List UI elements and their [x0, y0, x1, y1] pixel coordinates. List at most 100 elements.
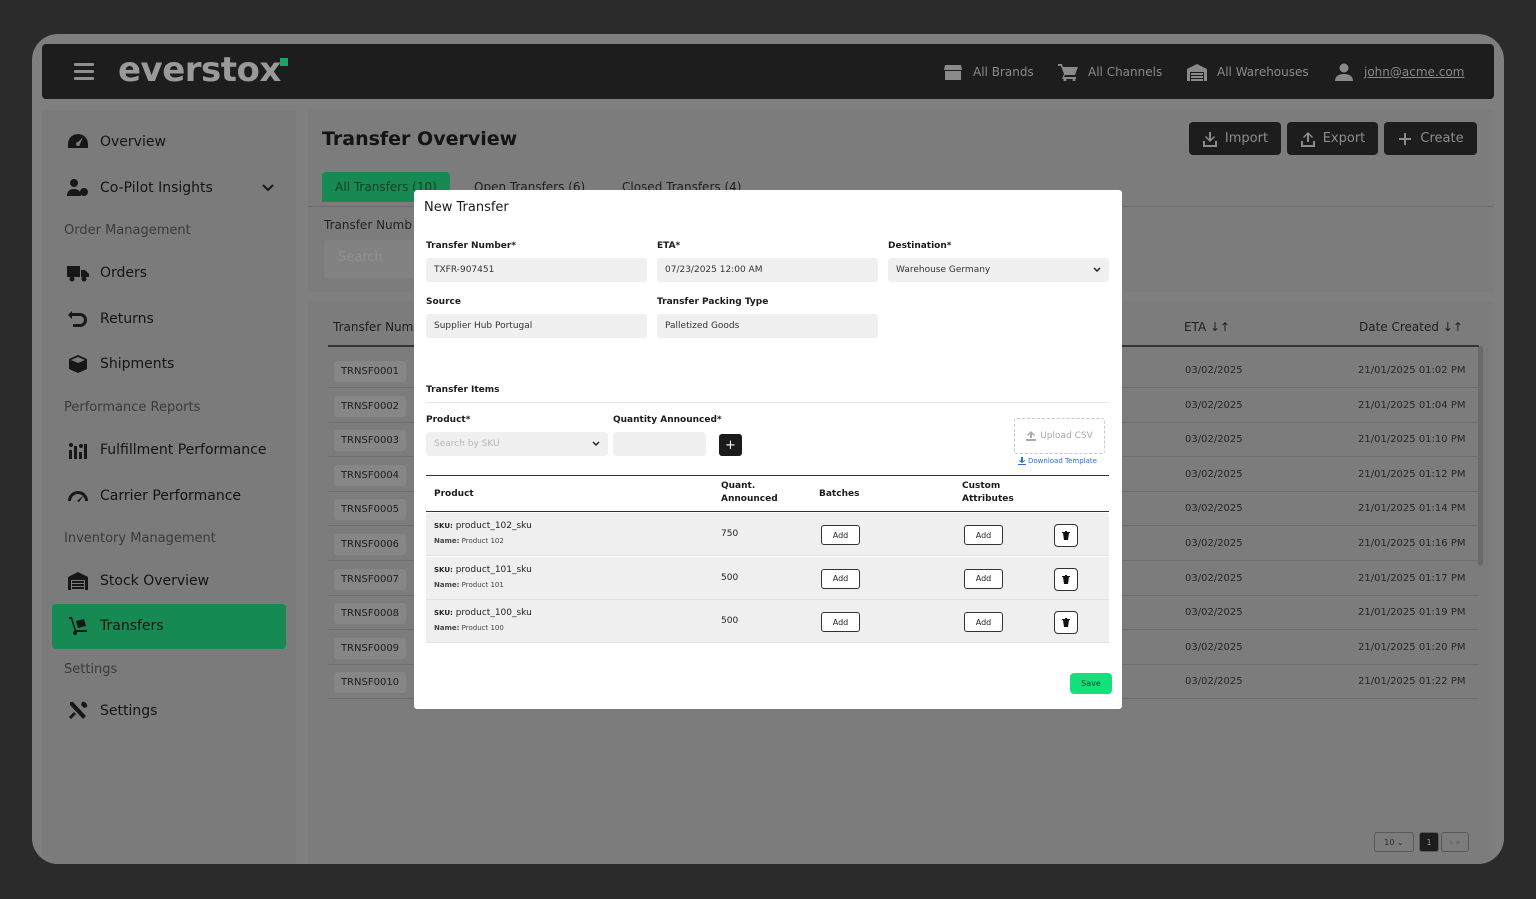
upload-csv-button[interactable]: Upload CSV — [1014, 418, 1105, 454]
logo-dot — [280, 58, 288, 66]
download-icon — [1018, 457, 1026, 465]
add-item-button[interactable]: + — [719, 434, 742, 456]
transfer-number-cell[interactable]: TRNSF0001 — [334, 361, 406, 382]
eta-cell: 03/02/2025 — [1185, 468, 1243, 480]
item-sku: SKU: product_102_sku — [434, 521, 532, 531]
delete-item-button[interactable] — [1054, 611, 1078, 634]
item-name: Name: Product 102 — [434, 537, 504, 545]
transfer-number-label: Transfer Number* — [426, 241, 517, 251]
transfer-number-cell[interactable]: TRNSF0003 — [334, 430, 406, 452]
chevron-down-icon — [1093, 267, 1101, 273]
scrollbar[interactable] — [1478, 346, 1483, 566]
import-button[interactable]: Import — [1189, 122, 1281, 155]
sidebar-item-settings[interactable]: Settings — [66, 696, 157, 726]
add-batches-button[interactable]: Add — [821, 525, 860, 545]
warehouse-icon — [1187, 63, 1207, 81]
warehouse-icon — [66, 570, 90, 592]
date-created-cell: 21/01/2025 01:10 PM — [1358, 434, 1466, 446]
transfer-number-cell[interactable]: TRNSF0004 — [334, 464, 406, 486]
product-search-select[interactable]: Search by SKU — [426, 432, 608, 456]
chevron-down-icon[interactable] — [262, 182, 274, 194]
item-name: Name: Product 100 — [434, 624, 504, 632]
destination-select[interactable]: Warehouse Germany — [888, 258, 1109, 282]
eta-input[interactable]: 07/23/2025 12:00 AM — [657, 258, 878, 282]
transfer-number-cell[interactable]: TRNSF0005 — [334, 499, 406, 521]
date-created-cell: 21/01/2025 01:04 PM — [1358, 399, 1466, 411]
add-batches-button[interactable]: Add — [821, 612, 860, 632]
cart-icon — [1058, 63, 1078, 81]
download-template-link[interactable]: Download Template — [1018, 457, 1097, 465]
packing-type-input[interactable]: Palletized Goods — [657, 314, 878, 338]
column-header-eta[interactable]: ETA ↓↑ — [1184, 320, 1230, 334]
sidebar-item-carrier-performance[interactable]: Carrier Performance — [66, 481, 241, 511]
sidebar-item-label: Carrier Performance — [100, 488, 242, 504]
item-quantity: 500 — [721, 616, 739, 626]
delete-item-button[interactable] — [1054, 567, 1078, 591]
page-number-button[interactable]: 1 — [1419, 832, 1439, 852]
sidebar-item-orders[interactable]: Orders — [66, 258, 147, 288]
item-quantity: 750 — [721, 529, 739, 539]
sidebar-item-overview[interactable]: Overview — [66, 127, 166, 157]
add-custom-attributes-button[interactable]: Add — [964, 525, 1003, 545]
delete-item-button[interactable] — [1054, 524, 1078, 547]
nav-brands[interactable]: All Brands — [943, 44, 1034, 99]
bar-chart-icon — [66, 439, 90, 461]
transfer-number-cell[interactable]: TRNSF0010 — [334, 672, 406, 694]
add-batches-button[interactable]: Add — [821, 568, 860, 589]
sidebar-item-returns[interactable]: Returns — [66, 304, 154, 334]
item-sku-value: product_100_sku — [455, 608, 532, 618]
sidebar-section-inventory-management: Inventory Management — [64, 531, 216, 546]
trash-icon — [1062, 574, 1070, 584]
logo[interactable]: everstox — [118, 50, 281, 90]
nav-warehouses[interactable]: All Warehouses — [1187, 44, 1309, 99]
item-name-value: Product 100 — [461, 624, 504, 632]
items-col-custom-attributes: Custom Attributes — [962, 481, 1014, 504]
menu-icon[interactable] — [74, 63, 94, 80]
column-header-transfer-number[interactable]: Transfer Num — [333, 320, 413, 334]
sidebar-item-transfers[interactable]: Transfers — [66, 611, 164, 641]
nav-user[interactable]: john@acme.com — [1334, 44, 1464, 99]
date-created-cell: 21/01/2025 01:19 PM — [1358, 607, 1466, 619]
device-frame: everstox All Brands All Channels All War… — [0, 0, 1536, 899]
items-col-quantity: Quant. Announced — [721, 481, 778, 504]
eta-cell: 03/02/2025 — [1185, 503, 1243, 515]
transfer-number-cell[interactable]: TRNSF0009 — [334, 637, 406, 659]
transfer-number-cell[interactable]: TRNSF0006 — [334, 534, 406, 555]
item-row: SKU: product_101_sku Name: Product 101 500… — [426, 556, 1109, 600]
next-page-button[interactable]: › » — [1441, 832, 1469, 852]
sidebar-item-label: Fulfillment Performance — [100, 442, 267, 458]
sidebar-item-stock-overview[interactable]: Stock Overview — [66, 566, 209, 596]
save-button[interactable]: Save — [1070, 673, 1112, 694]
sku-prefix: SKU: — [434, 565, 453, 574]
add-custom-attributes-button[interactable]: Add — [964, 568, 1003, 589]
transfer-number-cell[interactable]: TRNSF0002 — [334, 395, 406, 417]
sidebar-item-fulfillment-performance[interactable]: Fulfillment Performance — [66, 435, 266, 465]
transfer-number-cell[interactable]: TRNSF0008 — [334, 603, 406, 625]
export-button[interactable]: Export — [1287, 122, 1378, 155]
sidebar-item-label: Returns — [100, 311, 154, 327]
add-custom-attributes-button[interactable]: Add — [964, 612, 1003, 632]
transfer-number-cell[interactable]: TRNSF0007 — [334, 568, 406, 590]
destination-value: Warehouse Germany — [896, 265, 991, 275]
page-title: Transfer Overview — [322, 128, 518, 150]
users-cog-icon — [66, 177, 90, 199]
item-name-value: Product 102 — [461, 537, 504, 545]
page-size-value: 10 — [1384, 837, 1395, 847]
source-input[interactable]: Supplier Hub Portugal — [426, 314, 647, 338]
user-email[interactable]: john@acme.com — [1364, 65, 1464, 79]
sidebar-item-shipments[interactable]: Shipments — [66, 349, 174, 379]
column-header-date-created[interactable]: Date Created ↓↑ — [1359, 320, 1463, 334]
eta-cell: 03/02/2025 — [1185, 538, 1243, 549]
sidebar-item-label: Co-Pilot Insights — [100, 180, 213, 196]
sidebar-item-copilot[interactable]: Co-Pilot Insights — [66, 173, 213, 203]
nav-channels[interactable]: All Channels — [1058, 44, 1162, 99]
quantity-input[interactable] — [613, 432, 706, 456]
tools-icon — [66, 700, 90, 722]
create-button[interactable]: Create — [1384, 122, 1477, 155]
nav-channels-label: All Channels — [1088, 64, 1163, 79]
search-input[interactable]: Search — [324, 240, 424, 278]
transfer-number-input[interactable]: TXFR-907451 — [426, 258, 647, 282]
new-transfer-modal: New Transfer Transfer Number* TXFR-90745… — [414, 190, 1122, 709]
plus-icon — [1399, 132, 1412, 145]
page-size-select[interactable]: 10 ⌄ — [1374, 832, 1414, 852]
